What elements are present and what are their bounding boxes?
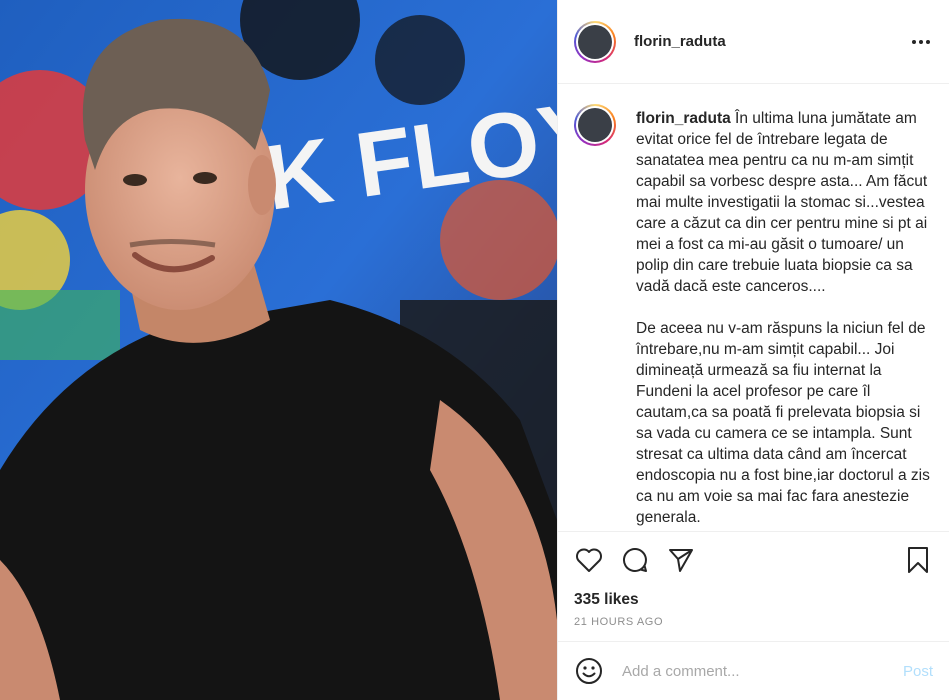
emoji-icon[interactable] — [574, 656, 604, 686]
caption-avatar-image — [578, 108, 612, 142]
caption-paragraph-1: În ultima luna jumătate am evitat orice … — [636, 110, 928, 295]
caption-author-avatar[interactable] — [574, 104, 616, 146]
post-side-panel: florin_raduta florin_raduta În ultima lu… — [557, 0, 949, 700]
comments-section[interactable]: florin_raduta În ultima luna jumătate am… — [558, 84, 949, 532]
post-timestamp[interactable]: 21 HOURS AGO — [558, 612, 949, 642]
avatar-image — [578, 24, 612, 59]
more-options-icon[interactable] — [909, 30, 933, 54]
caption-text: florin_raduta În ultima luna jumătate am… — [636, 108, 933, 531]
instagram-post-view: K FLOYD florin_raduta florin_raduta În u… — [0, 0, 949, 700]
paper-plane-icon[interactable] — [666, 545, 696, 575]
post-comment-button[interactable]: Post — [903, 663, 933, 680]
post-header: florin_raduta — [558, 0, 949, 84]
likes-count[interactable]: 335 likes — [558, 588, 949, 612]
caption-username[interactable]: florin_raduta — [636, 110, 731, 127]
caption-paragraph-2: De aceea nu v-am răspuns la niciun fel d… — [636, 320, 930, 526]
heart-icon[interactable] — [574, 545, 604, 575]
post-photo[interactable]: K FLOYD — [0, 0, 557, 700]
author-avatar[interactable] — [574, 20, 616, 63]
author-username[interactable]: florin_raduta — [634, 33, 726, 50]
post-photo-image: K FLOYD — [0, 0, 557, 700]
comment-icon[interactable] — [620, 545, 650, 575]
comment-input[interactable] — [620, 661, 895, 681]
post-caption: florin_raduta În ultima luna jumătate am… — [574, 104, 933, 531]
bookmark-icon[interactable] — [903, 545, 933, 575]
add-comment-bar: Post — [558, 642, 949, 700]
post-actions — [558, 532, 949, 588]
